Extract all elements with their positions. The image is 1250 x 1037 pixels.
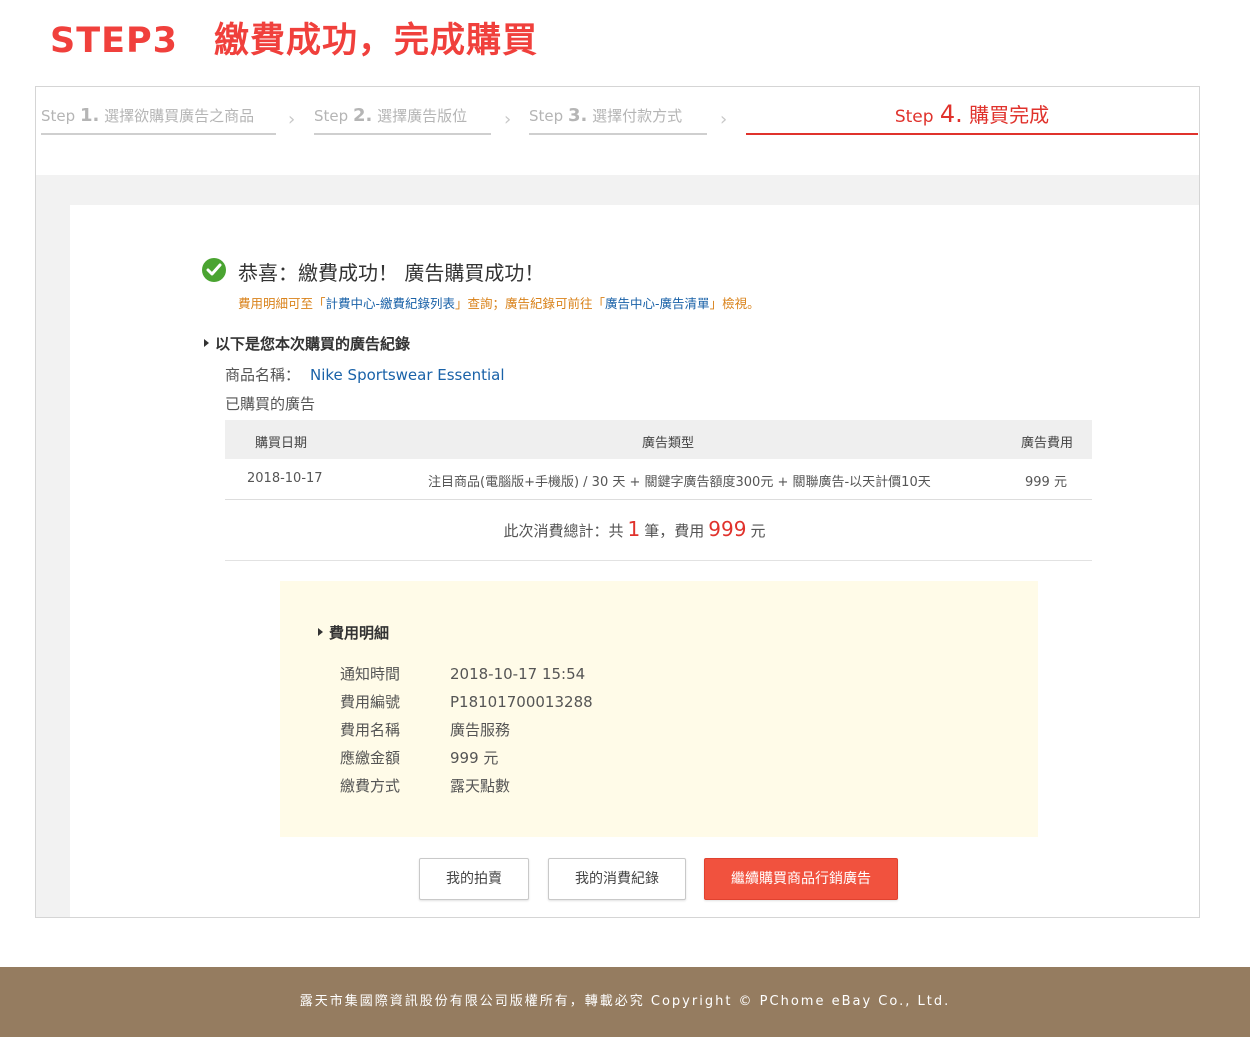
divider <box>225 560 1092 561</box>
triangle-right-icon <box>318 628 323 636</box>
fee-row-label: 通知時間 <box>340 665 401 683</box>
step-1-label: 選擇欲購買廣告之商品 <box>104 107 255 125</box>
step-1-prefix: Step <box>41 107 76 125</box>
chevron-right-icon: › <box>288 109 296 130</box>
page-title-step: STEP3 <box>50 21 178 61</box>
fee-row: 費用名稱 廣告服務 <box>340 719 510 740</box>
fee-row: 費用編號 P18101700013288 <box>340 691 593 712</box>
page-title: STEP3 繳費成功，完成購買 <box>50 12 538 63</box>
record-heading-text: 以下是您本次購買的廣告紀錄 <box>215 335 411 353</box>
note-text: 」查詢；廣告紀錄可前往「 <box>455 296 606 311</box>
step-3-label: 選擇付款方式 <box>592 107 683 125</box>
header-type: 廣告類型 <box>642 436 695 451</box>
step-4-label: 購買完成 <box>969 103 1050 127</box>
fee-detail-box: 費用明細 通知時間 2018-10-17 15:54 費用編號 P181017000… <box>280 581 1038 837</box>
cell-date: 2018-10-17 <box>247 471 323 486</box>
fee-row-value: 2018-10-17 15:54 <box>450 665 586 683</box>
fee-row: 應繳金額 999 元 <box>340 747 498 768</box>
success-check-icon <box>202 258 226 282</box>
table-header: 購買日期 廣告類型 廣告費用 <box>225 420 1092 459</box>
step-4-number: 4. <box>939 100 963 128</box>
fee-row: 通知時間 2018-10-17 15:54 <box>340 663 585 684</box>
content-background: 恭喜：繳費成功！ 廣告購買成功！ 費用明細可至「計費中心-繳費紀錄列表」查詢；廣… <box>36 175 1199 917</box>
record-heading: 以下是您本次購買的廣告紀錄 <box>204 333 410 354</box>
total-prefix: 此次消費總計：共 <box>503 522 624 540</box>
ad-center-link[interactable]: 廣告中心-廣告清單 <box>605 296 710 311</box>
step-3-prefix: Step <box>529 107 564 125</box>
total-amount: 999 <box>708 517 747 541</box>
total-unit: 元 <box>750 522 766 540</box>
cell-cost: 999 元 <box>1025 475 1067 490</box>
billing-center-link[interactable]: 計費中心-繳費紀錄列表 <box>326 296 456 311</box>
chevron-right-icon: › <box>720 109 728 130</box>
product-name-link[interactable]: Nike Sportswear Essential <box>310 366 505 384</box>
continue-purchase-button[interactable]: 繼續購買商品行銷廣告 <box>704 858 898 900</box>
step-1: Step 1. 選擇欲購買廣告之商品 <box>41 105 276 135</box>
success-note: 費用明細可至「計費中心-繳費紀錄列表」查詢；廣告紀錄可前往「廣告中心-廣告清單」… <box>238 293 760 312</box>
note-text: 」檢視。 <box>709 296 760 311</box>
fee-row-value: 露天點數 <box>450 777 511 795</box>
chevron-right-icon: › <box>504 109 512 130</box>
step-4-prefix: Step <box>894 107 934 127</box>
my-records-button[interactable]: 我的消費紀錄 <box>548 858 686 900</box>
table-row: 2018-10-17 注目商品(電腦版+手機版) / 30 天 + 關鍵字廣告額… <box>225 459 1092 500</box>
step-3-number: 3. <box>567 105 588 126</box>
step-1-number: 1. <box>79 105 100 126</box>
step-2: Step 2. 選擇廣告版位 <box>314 105 491 135</box>
total-mid: 筆，費用 <box>644 522 705 540</box>
header-date: 購買日期 <box>255 436 308 451</box>
cell-type: 注目商品(電腦版+手機版) / 30 天 + 關鍵字廣告額度300元 + 關聯廣… <box>428 475 931 490</box>
step-3: Step 3. 選擇付款方式 <box>529 105 707 135</box>
result-card: 恭喜：繳費成功！ 廣告購買成功！ 費用明細可至「計費中心-繳費紀錄列表」查詢；廣… <box>70 205 1199 917</box>
fee-heading: 費用明細 <box>318 622 389 643</box>
product-label: 商品名稱： <box>225 366 301 384</box>
fee-row-value: P18101700013288 <box>450 693 593 711</box>
step-2-label: 選擇廣告版位 <box>377 107 468 125</box>
fee-row-value: 999 元 <box>450 749 499 767</box>
main-frame: Step 1. 選擇欲購買廣告之商品 › Step 2. 選擇廣告版位 › St… <box>35 86 1200 918</box>
total-summary: 此次消費總計：共 1 筆，費用 999 元 <box>70 517 1199 541</box>
success-title: 恭喜：繳費成功！ 廣告購買成功！ <box>238 261 545 285</box>
page-title-text: 繳費成功，完成購買 <box>214 21 539 61</box>
fee-row-value: 廣告服務 <box>450 721 511 739</box>
fee-row-label: 費用編號 <box>340 693 401 711</box>
fee-row: 繳費方式 露天點數 <box>340 775 510 796</box>
fee-row-label: 繳費方式 <box>340 777 401 795</box>
step-2-number: 2. <box>352 105 373 126</box>
note-text: 費用明細可至「 <box>238 296 326 311</box>
total-count: 1 <box>627 517 641 541</box>
footer-copyright: 露天市集國際資訊股份有限公司版權所有，轉載必究 Copyright © PCho… <box>0 967 1250 1037</box>
triangle-right-icon <box>204 339 209 347</box>
fee-row-label: 應繳金額 <box>340 749 401 767</box>
header-cost: 廣告費用 <box>1021 436 1074 451</box>
step-4-active: Step 4. 購買完成 <box>746 99 1198 135</box>
step-2-prefix: Step <box>314 107 349 125</box>
purchased-label: 已購買的廣告 <box>225 395 316 413</box>
product-line: 商品名稱： Nike Sportswear Essential <box>225 364 505 385</box>
my-auction-button[interactable]: 我的拍賣 <box>419 858 529 900</box>
fee-row-label: 費用名稱 <box>340 721 401 739</box>
fee-heading-text: 費用明細 <box>329 624 390 642</box>
